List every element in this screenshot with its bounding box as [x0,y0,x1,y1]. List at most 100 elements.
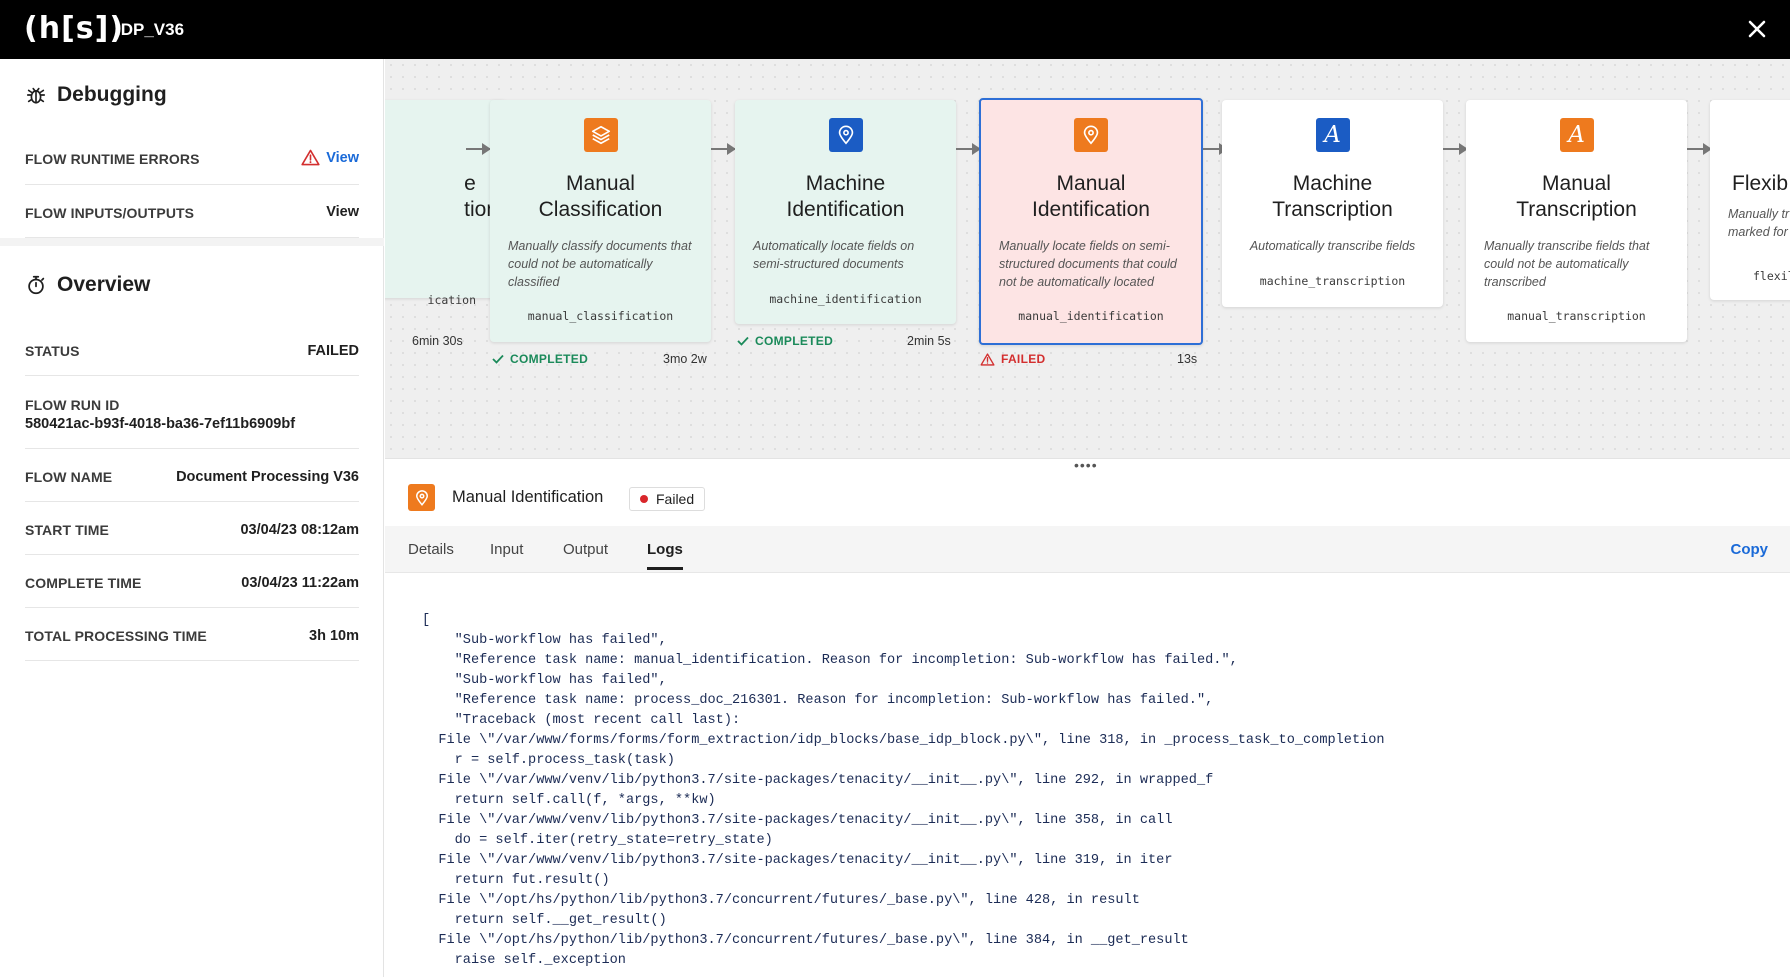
debugging-heading: Debugging [25,83,167,107]
logs-panel[interactable]: [ "Sub-workflow has failed", "Reference … [385,573,1790,977]
flow-run-id-row: FLOW RUN ID 580421ac-b93f-4018-ba36-7ef1… [25,376,359,449]
sidebar: Debugging FLOW RUNTIME ERRORS View FLOW … [0,59,384,977]
flow-block-manual-transcription[interactable]: A Manual Transcription Manually transcri… [1466,100,1687,342]
flow-arrow [956,143,981,155]
block-status: FAILED [980,352,1045,366]
flow-block-manual-classification[interactable]: Manual Classification Manually classify … [490,100,711,342]
copy-button[interactable]: Copy [1731,541,1769,558]
drag-dots-icon: •••• [1074,457,1098,473]
block-description: Manually transcribe fields that could no… [1484,239,1650,289]
overview-heading: Overview [25,273,150,297]
block-status: COMPLETED [492,352,588,366]
flow-block-machine-identification[interactable]: Machine Identification Automatically loc… [735,100,956,324]
overview-title: Overview [57,273,151,296]
total-time-label: TOTAL PROCESSING TIME [25,628,207,644]
block-description: Manually locate fields on semi-structure… [999,239,1177,289]
block-code: manual_identification [1018,309,1164,323]
flow-runtime-errors-row: FLOW RUNTIME ERRORS View [25,131,359,185]
bug-icon [26,87,46,104]
block-duration: 6min 30s [412,334,463,348]
location-pin-icon [1074,118,1108,152]
block-code: machine_identification [769,292,922,306]
logs-text: [ "Sub-workflow has failed", "Reference … [422,613,1385,968]
tab-output[interactable]: Output [563,541,608,558]
failed-dot-icon [640,495,648,503]
flow-block-machine-transcription[interactable]: A Machine Transcription Automatically tr… [1222,100,1443,307]
status-value: FAILED [307,343,359,359]
flow-block-manual-identification[interactable]: Manual Identification Manually locate fi… [979,98,1203,345]
flow-canvas[interactable]: e tion ication 6min 30s Manual Classific… [385,59,1790,458]
block-code: manual_classification [527,309,674,323]
status-badge-label: Failed [656,491,695,507]
flow-name-row: FLOW NAME Document Processing V36 [25,449,359,502]
flow-run-id-value: 580421ac-b93f-4018-ba36-7ef11b6909bf [25,416,296,432]
text-a-icon: A [1315,118,1350,152]
block-title: Flexib [1732,172,1789,195]
detail-block-name: Manual Identification [452,488,604,506]
hs-logo: (h[s]) [24,11,125,46]
total-time-row: TOTAL PROCESSING TIME 3h 10m [25,608,359,661]
tab-details[interactable]: Details [408,541,454,558]
flow-arrow [1687,143,1712,155]
start-time-label: START TIME [25,522,109,538]
app-title: IDP_V36 [116,20,185,39]
close-button[interactable] [1742,14,1772,44]
block-description: Manually classify documents that could n… [508,239,692,289]
complete-time-row: COMPLETE TIME 03/04/23 11:22am [25,555,359,608]
check-icon [737,336,749,346]
flow-arrow [1443,143,1468,155]
status-row: STATUS FAILED [25,323,359,376]
flow-block-partial-left[interactable]: e tion ication [385,100,506,307]
status-badge: Failed [629,487,706,511]
block-code: ication [427,293,476,307]
flow-name-label: FLOW NAME [25,469,113,485]
block-duration: 2min 5s [907,334,951,348]
detail-tabs: Details Input Output Logs Copy [385,526,1790,573]
total-time-value: 3h 10m [309,628,359,644]
start-time-row: START TIME 03/04/23 08:12am [25,502,359,555]
flow-arrow [466,143,491,155]
start-time-value: 03/04/23 08:12am [240,522,359,538]
flow-block-partial-right[interactable]: Flexib Manually tr marked for flexil [1710,100,1790,300]
layers-icon [583,118,618,152]
block-duration: 3mo 2w [663,352,707,366]
block-code: manual_transcription [1507,309,1646,323]
flow-runtime-errors-view-link[interactable]: View [326,150,359,166]
block-title: Machine Identification [786,172,905,221]
section-divider [0,238,384,246]
warning-icon [301,149,320,166]
complete-time-value: 03/04/23 11:22am [241,575,359,591]
block-title: Manual Transcription [1516,172,1637,221]
close-icon [1748,20,1766,38]
check-icon [492,354,504,364]
top-bar: (h[s]) IDP_V36 [0,0,1790,59]
block-description: Automatically locate fields on semi-stru… [753,239,915,271]
flow-io-row: FLOW INPUTS/OUTPUTS View [25,185,359,238]
block-description: Manually tr marked for [1728,207,1790,239]
tab-logs[interactable]: Logs [647,541,683,570]
block-title: Manual Classification [538,172,663,221]
block-description: Automatically transcribe fields [1249,239,1416,253]
block-status: COMPLETED [737,334,833,348]
block-title: Manual Identification [1032,172,1150,221]
detail-header: Manual Identification Failed [385,470,1790,526]
status-label: STATUS [25,343,80,359]
flow-runtime-errors-value: View [301,149,359,166]
panel-resize-handle[interactable]: •••• [385,457,1790,473]
location-pin-icon [408,484,435,511]
flow-name-value: Document Processing V36 [176,469,359,485]
block-code: flexil [1753,269,1790,283]
complete-time-label: COMPLETE TIME [25,575,142,591]
tab-input[interactable]: Input [490,541,523,558]
flow-runtime-errors-label: FLOW RUNTIME ERRORS [25,151,200,167]
warning-icon [980,352,995,366]
flow-arrow [711,143,736,155]
flow-io-view-link[interactable]: View [326,204,359,220]
block-title: Machine Transcription [1272,172,1393,221]
block-code: machine_transcription [1259,274,1406,288]
location-pin-icon [828,118,863,152]
block-duration: 13s [1177,352,1198,366]
text-a-icon: A [1559,118,1594,152]
stopwatch-icon [28,275,45,295]
flow-run-id-label: FLOW RUN ID [25,397,120,413]
